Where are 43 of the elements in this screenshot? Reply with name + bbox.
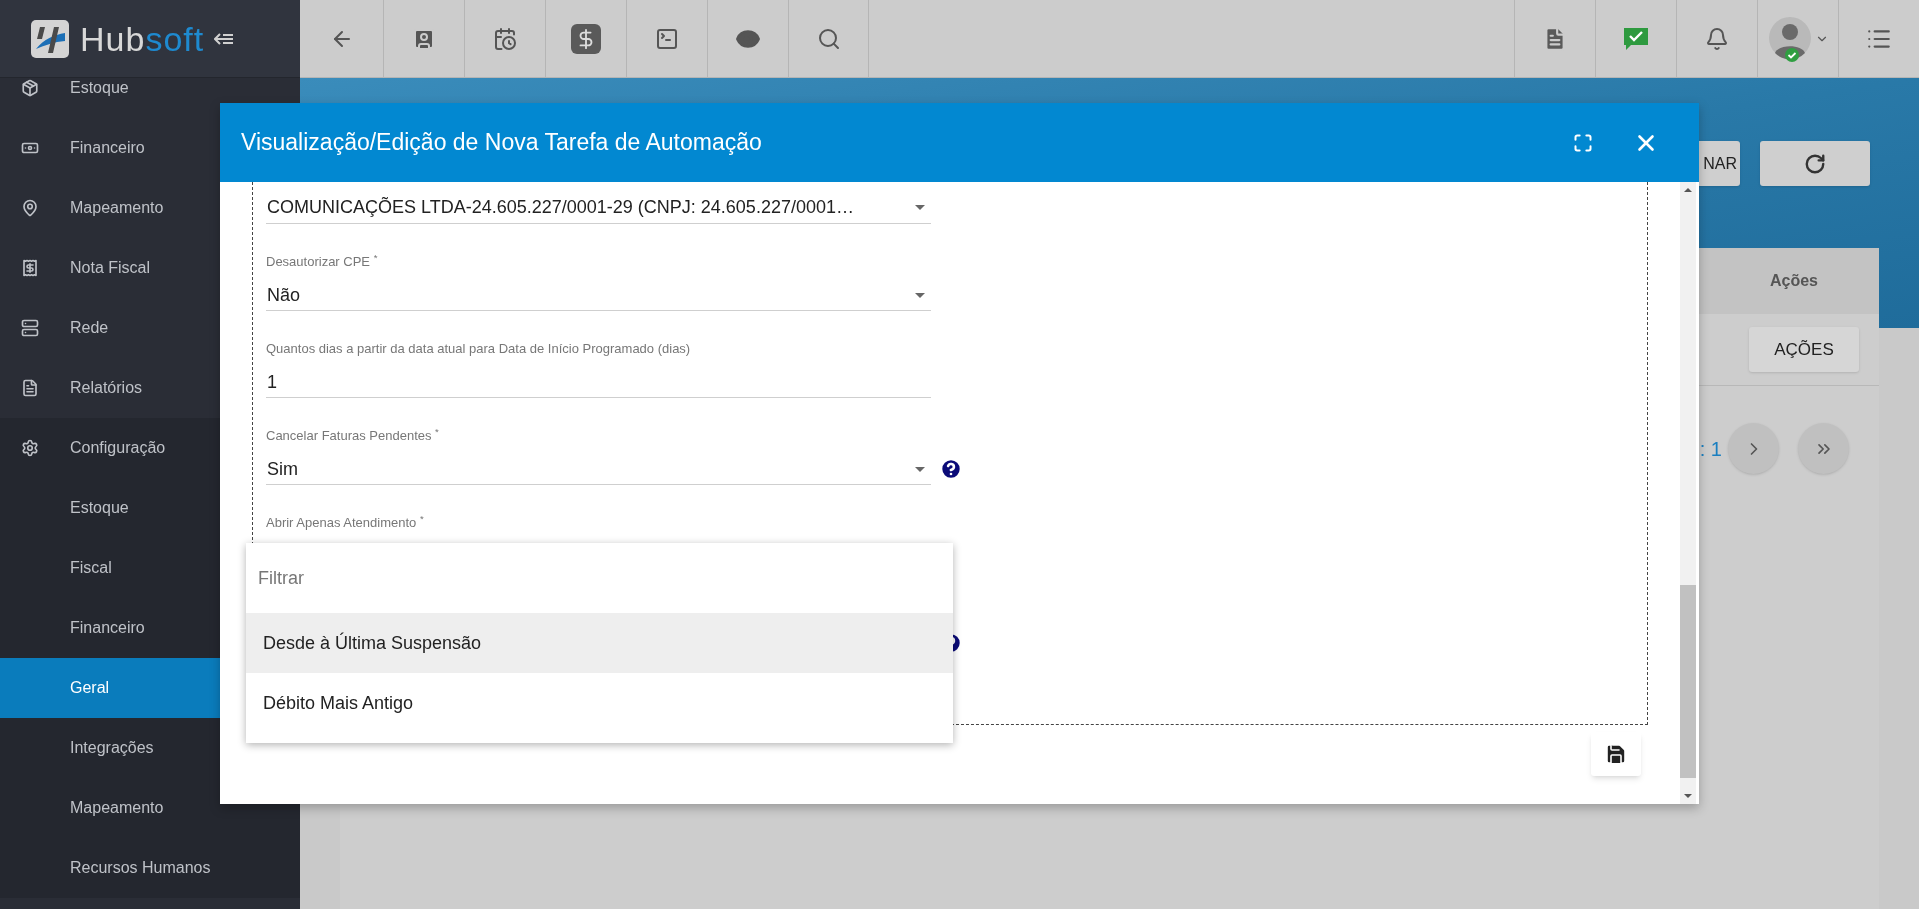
- sidebar-item[interactable]: Estoque: [0, 78, 300, 118]
- select-field[interactable]: Não: [266, 280, 931, 311]
- server-icon: [21, 319, 39, 337]
- search-icon[interactable]: [816, 26, 841, 51]
- settings-icon: [21, 439, 39, 457]
- field-label: Desautorizar CPE $^{*}$: [266, 252, 378, 272]
- column-header: Ações: [1769, 271, 1819, 291]
- dropdown-caret-icon: [915, 205, 925, 210]
- user-avatar-icon: [1767, 14, 1813, 63]
- dropdown-caret-icon: [915, 466, 925, 472]
- fullscreen-icon[interactable]: [1573, 132, 1593, 153]
- input-field[interactable]: 1: [266, 367, 931, 398]
- dropdown-caret-icon: [915, 292, 925, 298]
- field-label: Cancelar Faturas Pendentes $^{*}$: [266, 426, 439, 446]
- select-field[interactable]: COMUNICAÇÕES LTDA-24.605.227/0001-29 (CNPJ: 24.605.227/0001…: [266, 192, 931, 224]
- terminal-icon[interactable]: [655, 26, 679, 51]
- collapse-menu-icon[interactable]: [214, 31, 235, 46]
- refresh-icon: [1804, 152, 1826, 175]
- document-icon: [21, 379, 39, 397]
- refresh-button[interactable]: [1760, 141, 1870, 186]
- pagination-text: : 1: [1699, 436, 1722, 462]
- modal-title: Visualização/Edição de Nova Tarefa de Automação: [241, 128, 763, 158]
- field-label: Quantos dias a partir da data atual para Data de Início Programado (dias): [266, 340, 691, 359]
- filter-field[interactable]: Filtrar: [258, 564, 938, 592]
- dropdown-option[interactable]: Débito Mais Antigo: [246, 673, 953, 733]
- sidebar-item[interactable]: Recursos Humanos: [0, 838, 300, 898]
- dollar-icon[interactable]: [571, 23, 601, 54]
- save-button[interactable]: [1591, 732, 1641, 776]
- save-icon: [1604, 742, 1628, 766]
- logo-text: Hubsoft: [80, 21, 205, 56]
- help-icon[interactable]: [939, 457, 963, 481]
- sidebar-item[interactable]: Mapeamento: [0, 778, 300, 838]
- select-field[interactable]: Sim: [266, 454, 931, 485]
- calendar-clock-icon[interactable]: [493, 26, 517, 51]
- box-icon: [21, 79, 39, 97]
- bell-icon[interactable]: [1705, 26, 1729, 51]
- receipt-icon: [21, 259, 39, 277]
- scrollbar[interactable]: [1680, 182, 1696, 804]
- actions-button[interactable]: AÇÕES: [1749, 327, 1859, 372]
- dropdown-option[interactable]: Desde à Última Suspensão: [246, 613, 953, 673]
- field-label: Abrir Apenas Atendimento $^{*}$: [266, 513, 424, 533]
- logo-icon: [30, 18, 70, 59]
- map-pin-icon: [21, 199, 39, 217]
